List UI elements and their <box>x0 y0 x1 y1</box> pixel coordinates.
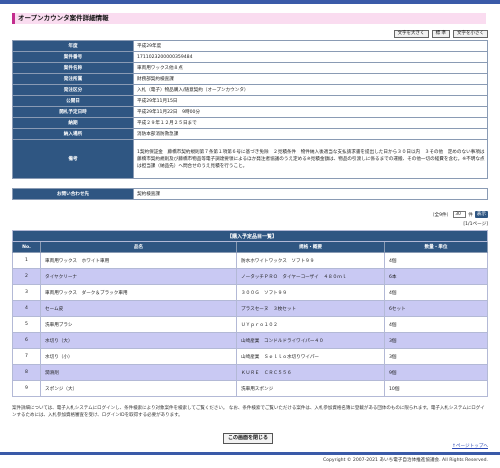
show-button[interactable]: 表示 <box>474 211 488 218</box>
detail-label: 開札予定日時 <box>12 106 134 118</box>
item-qty: 4個 <box>384 284 488 301</box>
item-qty: 4個 <box>384 316 488 333</box>
contact-label: お問い合わせ先 <box>12 188 134 200</box>
item-no: 2 <box>12 268 41 285</box>
table-row: 6 水切り（大） 山崎産業 コンドルドライワイパー４０ 3個 <box>12 332 488 349</box>
item-name: 潤滑剤 <box>40 364 237 381</box>
table-row: 9 スポンジ（大） 洗車用スポンジ 10個 <box>12 380 488 397</box>
copyright: Copyright © 2007-2021 あいち電子自治体推進協議会. All… <box>322 458 488 463</box>
detail-value: 1契約保証金 藤橋市契約規則第７条第１項第６号に基づき免除 ２見積条件 物件納入… <box>133 139 488 179</box>
detail-value: 消防本部消防救急課 <box>133 128 488 140</box>
font-standard-button[interactable]: 標 準 <box>431 30 450 38</box>
table-row: 4 セーム皮 プラスセーヌ ３枚セット 6セット <box>12 300 488 317</box>
contact-table: お問い合わせ先 契約検査課 <box>12 188 488 200</box>
detail-label: 備考 <box>12 139 134 179</box>
item-spec: プラスセーヌ ３枚セット <box>236 300 385 317</box>
item-spec: 山崎産業 Ｓｅｌｌｏ水切りワイパー <box>236 348 385 365</box>
detail-value: 平成29年11月15日 <box>133 95 488 107</box>
detail-label: 発注区分 <box>12 84 134 96</box>
detail-label: 納入場所 <box>12 128 134 140</box>
table-row: 1 車両用ワックス ホワイト車用 防水ホワイトワックス ソフト９９ 4個 <box>12 252 488 269</box>
top-bar <box>0 0 500 4</box>
detail-label: 発注所属 <box>12 73 134 85</box>
detail-table: 年度 平成29年度 案件番号 1711023200000359484 案件名称 車両用… <box>12 40 488 179</box>
font-larger-button[interactable]: 文字を大きく <box>393 30 429 38</box>
item-name: 車両用ワックス ホワイト車用 <box>40 252 237 269</box>
item-name: 水切り（小） <box>40 348 237 365</box>
item-no: 4 <box>12 300 41 317</box>
footnote: 案件詳細については、電子入札システムにログインし、条件検索により対象案件を検索し… <box>12 406 485 418</box>
page-info: [1/1ページ] <box>463 222 488 227</box>
detail-label: 案件番号 <box>12 51 134 63</box>
item-qty: 10個 <box>384 380 488 397</box>
font-size-controls: 文字を大きく 標 準 文字を小さく <box>393 30 488 38</box>
item-qty: 4個 <box>384 252 488 269</box>
item-spec: ＵＹｐｒｏ１０２ <box>236 316 385 333</box>
per-page-unit: 件 <box>468 212 473 218</box>
table-row: 8 潤滑剤 ＫＵＲＥ ＣＲＣ５５６ 9個 <box>12 364 488 381</box>
item-spec: ＫＵＲＥ ＣＲＣ５５６ <box>236 364 385 381</box>
item-name: セーム皮 <box>40 300 237 317</box>
detail-value: 1711023200000359484 <box>133 51 488 63</box>
col-spec-header: 規格・概要 <box>236 241 385 253</box>
item-no: 6 <box>12 332 41 349</box>
font-smaller-button[interactable]: 文字を小さく <box>453 30 488 38</box>
item-qty: 3個 <box>384 348 488 365</box>
detail-label: 年度 <box>12 40 134 52</box>
item-no: 9 <box>12 380 41 397</box>
item-spec: 山崎産業 コンドルドライワイパー４０ <box>236 332 385 349</box>
item-no: 7 <box>12 348 41 365</box>
table-row: 5 洗車用ブラシ ＵＹｐｒｏ１０２ 4個 <box>12 316 488 333</box>
detail-value: 平成29年度 <box>133 40 488 52</box>
item-name: 水切り（大） <box>40 332 237 349</box>
item-qty: 3個 <box>384 332 488 349</box>
item-qty: 6本 <box>384 268 488 285</box>
item-no: 8 <box>12 364 41 381</box>
item-name: スポンジ（大） <box>40 380 237 397</box>
item-qty: 6セット <box>384 300 488 317</box>
item-name: 車両用ワックス ダーク＆ブラック車用 <box>40 284 237 301</box>
table-row: 3 車両用ワックス ダーク＆ブラック車用 ３００Ｇ ソフト９９ 4個 <box>12 284 488 301</box>
pager: （全9件） 30 件 表示 <box>430 211 488 218</box>
item-name: タイヤクリーナ <box>40 268 237 285</box>
item-spec: ノータッチＰＲＯ タイヤーコーザイ ４８０ｍｌ <box>236 268 385 285</box>
detail-label: 公開日 <box>12 95 134 107</box>
per-page-select[interactable]: 30 <box>453 211 467 218</box>
col-name-header: 品名 <box>40 241 237 253</box>
detail-value: 車両用ワックス他８点 <box>133 62 488 74</box>
total-count: （全9件） <box>429 212 452 218</box>
detail-value: 平成29年11月22日 9時00分 <box>133 106 488 118</box>
item-spec: 洗車用スポンジ <box>236 380 385 397</box>
detail-value: 入札（電子）物品購入/随意契約（オープンカウンタ） <box>133 84 488 96</box>
detail-value: 財務部契約検査課 <box>133 73 488 85</box>
item-no: 3 <box>12 284 41 301</box>
detail-value: 平成２９年１２月２５日まで <box>133 117 488 129</box>
close-window-button[interactable]: この画面を閉じる <box>223 433 274 444</box>
bottom-bar <box>0 452 500 455</box>
col-qty-header: 数量・単位 <box>384 241 488 253</box>
item-spec: ３００Ｇ ソフト９９ <box>236 284 385 301</box>
page-top-link[interactable]: ↑ページトップへ <box>452 443 488 449</box>
items-caption: 【購入予定品目一覧】 <box>12 230 488 242</box>
items-table: 【購入予定品目一覧】 No. 品名 規格・概要 数量・単位 1 車両用ワックス ホ… <box>12 230 488 397</box>
page-title: オープンカウンタ案件詳細情報 <box>12 13 486 24</box>
item-spec: 防水ホワイトワックス ソフト９９ <box>236 252 385 269</box>
detail-label: 案件名称 <box>12 62 134 74</box>
item-no: 1 <box>12 252 41 269</box>
contact-value: 契約検査課 <box>133 188 488 200</box>
item-name: 洗車用ブラシ <box>40 316 237 333</box>
col-no-header: No. <box>12 241 41 253</box>
table-row: 2 タイヤクリーナ ノータッチＰＲＯ タイヤーコーザイ ４８０ｍｌ 6本 <box>12 268 488 285</box>
detail-label: 納期 <box>12 117 134 129</box>
table-row: 7 水切り（小） 山崎産業 Ｓｅｌｌｏ水切りワイパー 3個 <box>12 348 488 365</box>
item-qty: 9個 <box>384 364 488 381</box>
item-no: 5 <box>12 316 41 333</box>
